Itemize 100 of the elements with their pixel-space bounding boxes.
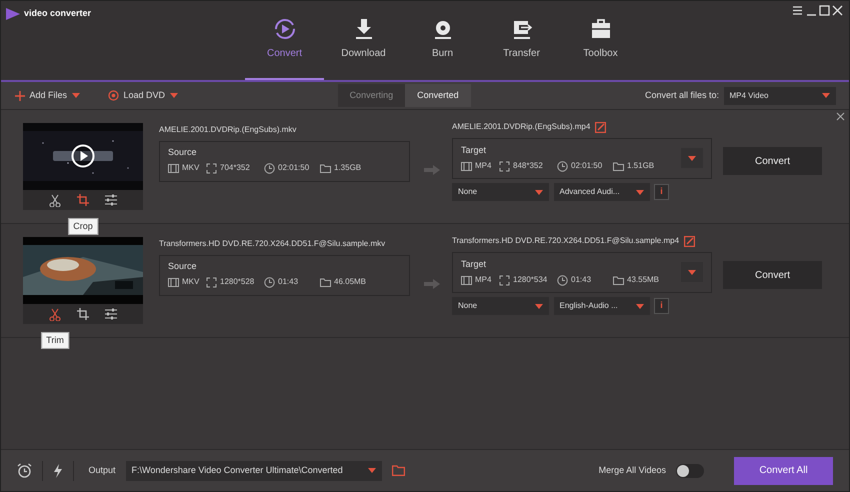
format-text: MKV — [182, 162, 200, 174]
arrow-icon — [424, 279, 440, 289]
nav-tab[interactable]: Convert — [245, 1, 324, 80]
caret-icon — [535, 304, 543, 308]
info-button[interactable]: i — [654, 298, 669, 314]
folder-icon — [613, 160, 624, 172]
file-name: AMELIE.2001.DVDRip.(EngSubs).mp4 — [452, 121, 590, 133]
folder-icon — [613, 274, 624, 286]
logo-icon — [6, 8, 20, 20]
file-name: Transformers.HD DVD.RE.720.X264.DD51.F@Silu.sample.mkv — [159, 238, 386, 250]
edit-icon[interactable] — [594, 122, 606, 132]
load-dvd-button[interactable]: Load DVD — [108, 88, 166, 102]
duration-text: 01:43 — [571, 274, 592, 286]
sliders-icon[interactable] — [105, 308, 117, 320]
audio-select[interactable]: Advanced Audi... — [554, 183, 650, 201]
clock-icon — [264, 276, 275, 288]
caret-icon — [368, 468, 376, 473]
subtitle-select[interactable]: None — [452, 297, 549, 315]
caret-icon — [636, 190, 644, 194]
edit-icon[interactable] — [684, 236, 695, 246]
caret-icon — [170, 93, 178, 98]
format-text: MP4 — [475, 274, 492, 286]
scissors-icon[interactable] — [49, 194, 61, 206]
caret-icon — [688, 270, 696, 274]
size-text: 46.05MB — [334, 276, 366, 288]
plus-icon — [14, 90, 24, 100]
format-text: MP4 — [475, 160, 492, 172]
convert-button[interactable]: Convert — [723, 147, 822, 175]
size-text: 1.51GB — [627, 160, 654, 172]
status-tab[interactable]: Converted — [405, 84, 471, 108]
dropdown-button[interactable] — [681, 262, 703, 282]
folder-icon[interactable] — [392, 465, 405, 476]
resolution-text: 704*352 — [220, 162, 250, 174]
caret-icon — [636, 304, 644, 308]
nav-tab[interactable]: Download — [324, 1, 403, 80]
merge-label: Merge All Videos — [598, 464, 666, 477]
play-icon[interactable] — [71, 144, 95, 168]
caret-icon — [72, 93, 80, 98]
file-name: AMELIE.2001.DVDRip.(EngSubs).mkv — [159, 124, 298, 136]
nav-tab[interactable]: Burn — [403, 1, 482, 80]
size-text: 43.55MB — [627, 274, 660, 286]
nav-tab[interactable]: Toolbox — [561, 1, 640, 80]
film-icon — [168, 276, 179, 288]
close-icon[interactable] — [836, 112, 845, 121]
tooltip: Crop — [68, 218, 98, 235]
convert-all-label: Convert all files to: — [644, 88, 719, 102]
info-button[interactable]: i — [654, 184, 669, 200]
resolution-text: 1280*528 — [220, 276, 254, 288]
crop-icon[interactable] — [77, 194, 89, 206]
panel-label: Source — [168, 146, 198, 158]
output-path-field[interactable]: F:\Wondershare Video Converter Ultimate\Converted — [126, 460, 382, 480]
panel-label: Target — [461, 258, 488, 271]
alarm-icon[interactable] — [17, 463, 32, 478]
resize-icon — [206, 162, 217, 174]
panel-label: Source — [168, 260, 198, 272]
convert-icon — [274, 18, 296, 40]
resize-icon — [499, 160, 510, 172]
caret-icon — [688, 156, 696, 160]
film-icon — [461, 274, 472, 286]
merge-toggle[interactable] — [676, 464, 704, 478]
duration-text: 02:01:50 — [571, 160, 602, 172]
app-title: video converter — [24, 7, 92, 20]
tooltip: Trim — [41, 332, 69, 349]
clock-icon — [264, 162, 275, 174]
panel-label: Target — [461, 144, 488, 157]
resize-icon — [206, 276, 217, 288]
nav-tab[interactable]: Transfer — [482, 1, 561, 80]
output-label: Output — [88, 464, 116, 477]
add-files-button[interactable]: Add Files — [14, 88, 68, 102]
caret-icon — [822, 93, 830, 98]
lightning-icon[interactable] — [53, 464, 63, 478]
toolbox-icon — [590, 18, 612, 40]
clock-icon — [557, 160, 568, 172]
folder-icon — [320, 162, 331, 174]
dropdown-button[interactable] — [681, 148, 703, 168]
size-text: 1.35GB — [334, 162, 362, 174]
film-icon — [168, 162, 179, 174]
convert-all-button[interactable]: Convert All — [734, 456, 833, 484]
duration-text: 02:01:50 — [278, 162, 310, 174]
subtitle-select[interactable]: None — [452, 183, 549, 201]
status-tab[interactable]: Converting — [338, 84, 406, 108]
dropdown-button[interactable] — [170, 93, 178, 98]
resolution-text: 848*352 — [513, 160, 543, 172]
menu-icon[interactable] — [792, 5, 804, 16]
audio-select[interactable]: English-Audio ... — [554, 297, 650, 315]
convert-button[interactable]: Convert — [723, 261, 822, 289]
maximize-icon[interactable] — [818, 5, 830, 16]
caret-icon — [535, 190, 543, 194]
scissors-icon[interactable] — [49, 308, 61, 320]
format-select[interactable]: MP4 Video — [724, 86, 836, 104]
duration-text: 01:43 — [278, 276, 298, 288]
arrow-icon — [424, 165, 440, 175]
disc-icon — [108, 90, 119, 101]
film-icon — [461, 160, 472, 172]
crop-icon[interactable] — [77, 308, 89, 320]
sliders-icon[interactable] — [105, 194, 117, 206]
dropdown-button[interactable] — [72, 93, 80, 98]
resize-icon — [499, 274, 510, 286]
format-text: MKV — [182, 276, 200, 288]
resolution-text: 1280*534 — [513, 274, 548, 286]
